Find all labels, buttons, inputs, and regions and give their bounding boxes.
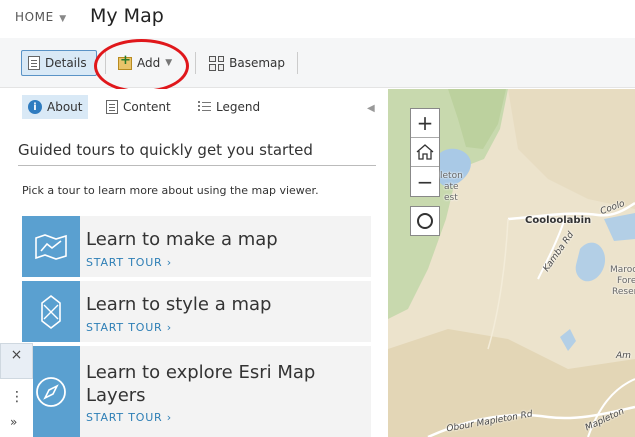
panel-tabs: i About Content Legend ◀ — [0, 95, 388, 123]
tour-title: Learn to make a map — [86, 229, 278, 250]
zoom-in-button[interactable]: + — [411, 109, 439, 138]
about-intro: Pick a tour to learn more about using th… — [22, 184, 319, 197]
chevron-down-icon: ▼ — [55, 14, 67, 24]
style-icon — [22, 281, 80, 342]
start-tour-link[interactable]: START TOUR › — [86, 411, 172, 424]
about-heading: Guided tours to quickly get you started — [18, 141, 313, 159]
legend-icon — [198, 101, 211, 113]
details-icon — [28, 56, 40, 70]
basemap-label: Basemap — [229, 56, 285, 70]
close-icon[interactable]: × — [0, 343, 33, 379]
map-label: Maroo — [610, 265, 635, 275]
info-icon: i — [28, 100, 42, 114]
divider — [18, 165, 376, 166]
chevron-down-icon: ▼ — [165, 58, 173, 68]
collapse-panel-icon[interactable]: ◀ — [367, 103, 375, 114]
toolbar-divider — [297, 52, 298, 74]
home-extent-button[interactable] — [411, 138, 439, 167]
tab-label: Content — [123, 100, 171, 114]
zoom-out-button[interactable]: − — [411, 167, 439, 196]
tab-about[interactable]: i About — [22, 95, 89, 119]
toolbar-divider — [195, 52, 196, 74]
tour-card-style-map[interactable]: Learn to style a map START TOUR › — [22, 281, 371, 342]
tour-title: Learn to explore Esri Map Layers — [86, 362, 316, 406]
mini-sidebar: × ⋮ » — [0, 343, 33, 437]
tab-content[interactable]: Content — [100, 95, 177, 119]
map-viewer: HOME ▼ My Map Details Add ▼ Basemap i Ab… — [0, 0, 635, 437]
more-icon[interactable]: ⋮ — [10, 389, 24, 405]
page-title: My Map — [90, 5, 164, 27]
tour-title: Learn to style a map — [86, 294, 272, 315]
basemap-button[interactable]: Basemap — [203, 50, 291, 76]
basemap-icon — [209, 55, 225, 71]
tour-card-explore-layers[interactable]: Learn to explore Esri Map Layers START T… — [22, 346, 371, 437]
tour-card-make-map[interactable]: Learn to make a map START TOUR › — [22, 216, 371, 277]
map-label: Cooloolabin — [525, 215, 592, 226]
map-label: leton — [440, 171, 463, 181]
map-label: est — [444, 193, 458, 203]
tab-label: About — [47, 100, 83, 114]
add-button[interactable]: Add ▼ — [112, 50, 180, 76]
details-panel: i About Content Legend ◀ Guided tours to… — [0, 89, 388, 437]
content-icon — [106, 100, 118, 114]
map-label: Fore — [617, 276, 635, 286]
map-label: Reser — [612, 287, 635, 297]
start-tour-link[interactable]: START TOUR › — [86, 256, 172, 269]
toolbar: Details Add ▼ Basemap — [0, 38, 635, 88]
toolbar-divider — [105, 52, 106, 74]
header: HOME ▼ My Map — [0, 0, 635, 38]
home-label: HOME — [15, 10, 54, 24]
tab-label: Legend — [216, 100, 261, 114]
home-icon — [416, 144, 434, 160]
locate-icon — [417, 213, 433, 229]
expand-icon[interactable]: » — [10, 415, 17, 429]
home-menu[interactable]: HOME ▼ — [15, 10, 67, 24]
zoom-control: + − — [410, 108, 440, 197]
locate-button[interactable] — [410, 206, 440, 236]
details-button[interactable]: Details — [21, 50, 97, 76]
map-label: ate — [444, 182, 459, 192]
add-label: Add — [137, 56, 161, 70]
start-tour-link[interactable]: START TOUR › — [86, 321, 172, 334]
map-icon — [22, 216, 80, 277]
add-layer-icon — [118, 53, 132, 70]
map-label: Am — [616, 351, 631, 361]
details-label: Details — [45, 56, 87, 70]
map-canvas[interactable]: + − leton ate est Cooloolabin Coolo Kamb… — [388, 89, 635, 437]
tab-legend[interactable]: Legend — [192, 95, 266, 119]
